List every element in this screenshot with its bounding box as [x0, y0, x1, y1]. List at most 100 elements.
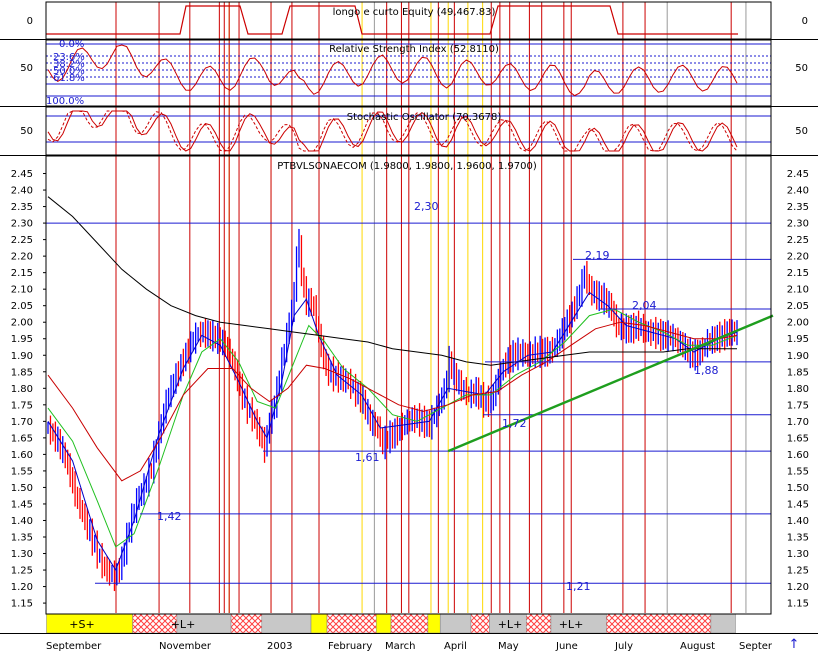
strip-label: +S+ — [69, 618, 94, 631]
chart: longo e curto Equity (49,467.83) Relativ… — [0, 0, 818, 652]
y-tick-label: 2.10 — [11, 285, 33, 296]
y-tick-label: 1.15 — [787, 599, 809, 610]
chart-svg: longo e curto Equity (49,467.83) Relativ… — [0, 0, 818, 652]
y-tick-label: 1.20 — [787, 582, 809, 593]
y-tick-label: 1.70 — [787, 417, 809, 428]
y-tick-label: 2.00 — [787, 318, 809, 329]
rsi-title: Relative Strength Index (52.8110) — [329, 44, 499, 55]
annotation-label: 2,04 — [632, 299, 657, 312]
volume-axis-left-label: 0 — [27, 16, 33, 27]
stoch-axis-left-label: 50 — [20, 126, 33, 137]
y-tick-label: 1.55 — [787, 466, 809, 477]
y-tick-label: 1.35 — [11, 533, 33, 544]
y-tick-label: 1.65 — [787, 433, 809, 444]
strip-segment — [310, 613, 328, 634]
fib-label: 100.0% — [46, 96, 84, 107]
y-tick-label: 1.55 — [11, 466, 33, 477]
y-tick-label: 1.90 — [11, 351, 33, 362]
volume-axis-right-label: 0 — [802, 16, 808, 27]
stochastic-title: Stochastic Oscillator (70.3678) — [347, 112, 502, 123]
x-tick-label: April — [444, 641, 467, 651]
y-tick-label: 1.75 — [787, 400, 809, 411]
y-tick-label: 2.30 — [11, 219, 33, 230]
annotation-label: 1,21 — [566, 580, 591, 593]
signal-strip — [0, 613, 818, 634]
x-tick-label: September — [46, 641, 102, 651]
y-tick-label: 2.00 — [11, 318, 33, 329]
strip-segment — [710, 613, 736, 634]
y-tick-label: 1.85 — [787, 367, 809, 378]
y-tick-label: 1.60 — [11, 450, 33, 461]
strip-segment — [375, 613, 392, 634]
y-tick-label: 2.05 — [11, 301, 33, 312]
strip-segment — [470, 613, 490, 634]
y-tick-label: 1.65 — [11, 433, 33, 444]
y-tick-label: 1.80 — [787, 384, 809, 395]
y-tick-label: 1.60 — [787, 450, 809, 461]
strip-label: +L+ — [498, 618, 523, 631]
y-tick-label: 1.35 — [787, 533, 809, 544]
y-tick-label: 1.30 — [787, 549, 809, 560]
y-tick-label: 2.20 — [11, 252, 33, 263]
y-tick-label: 1.30 — [11, 549, 33, 560]
y-tick-label: 1.25 — [11, 566, 33, 577]
y-tick-label: 1.70 — [11, 417, 33, 428]
y-tick-label: 1.40 — [787, 516, 809, 527]
x-tick-label: June — [555, 641, 578, 651]
y-tick-label: 2.35 — [11, 202, 33, 213]
rsi-axis-right-label: 50 — [795, 63, 808, 74]
y-tick-label: 1.45 — [787, 499, 809, 510]
fib-label: 0.0% — [59, 39, 84, 50]
strip-segment — [390, 613, 429, 634]
rsi-axis-left-label: 50 — [20, 63, 33, 74]
y-tick-label: 2.35 — [787, 202, 809, 213]
strip-segment — [230, 613, 263, 634]
x-tick-label: August — [680, 641, 715, 651]
x-tick-label: November — [159, 641, 212, 651]
strip-segment — [261, 613, 312, 634]
annotation-label: 2,19 — [585, 249, 610, 262]
y-tick-label: 1.95 — [787, 334, 809, 345]
annotation-label: 1,88 — [694, 364, 719, 377]
y-tick-label: 2.45 — [787, 169, 809, 180]
strip-label: +L+ — [171, 618, 196, 631]
annotation-label: 1,61 — [355, 451, 380, 464]
x-tick-label: July — [614, 641, 633, 651]
y-tick-label: 1.40 — [11, 516, 33, 527]
y-tick-label: 2.40 — [787, 186, 809, 197]
y-tick-label: 2.25 — [787, 235, 809, 246]
annotation-label: 1,72 — [502, 417, 527, 430]
y-tick-label: 1.50 — [11, 483, 33, 494]
x-tick-label: February — [328, 641, 372, 651]
y-tick-label: 2.15 — [787, 268, 809, 279]
y-tick-label: 2.40 — [11, 186, 33, 197]
fib-label: 61.8% — [53, 73, 85, 84]
x-tick-label: Septer — [739, 641, 773, 651]
y-tick-label: 2.15 — [11, 268, 33, 279]
y-tick-label: 2.20 — [787, 252, 809, 263]
stoch-axis-right-label: 50 — [795, 126, 808, 137]
x-tick-label: May — [498, 641, 519, 651]
y-tick-label: 2.30 — [787, 219, 809, 230]
strip-segment — [526, 613, 552, 634]
y-tick-label: 2.45 — [11, 169, 33, 180]
y-tick-label: 2.25 — [11, 235, 33, 246]
volume-title: longo e curto Equity (49,467.83) — [333, 7, 496, 18]
y-tick-label: 1.50 — [787, 483, 809, 494]
strip-segment — [439, 613, 472, 634]
y-tick-label: 1.15 — [11, 599, 33, 610]
annotation-label: 1,42 — [157, 510, 182, 523]
y-tick-label: 1.75 — [11, 400, 33, 411]
x-tick-label: March — [385, 641, 415, 651]
y-tick-label: 1.20 — [11, 582, 33, 593]
y-tick-label: 1.90 — [787, 351, 809, 362]
y-tick-label: 1.95 — [11, 334, 33, 345]
y-tick-label: 1.85 — [11, 367, 33, 378]
y-tick-label: 2.05 — [787, 301, 809, 312]
strip-label: +L+ — [559, 618, 584, 631]
y-tick-label: 2.10 — [787, 285, 809, 296]
y-tick-label: 1.45 — [11, 499, 33, 510]
strip-segment — [427, 613, 441, 634]
nav-arrow-icon[interactable]: ↑ — [789, 637, 800, 652]
strip-segment — [326, 613, 377, 634]
